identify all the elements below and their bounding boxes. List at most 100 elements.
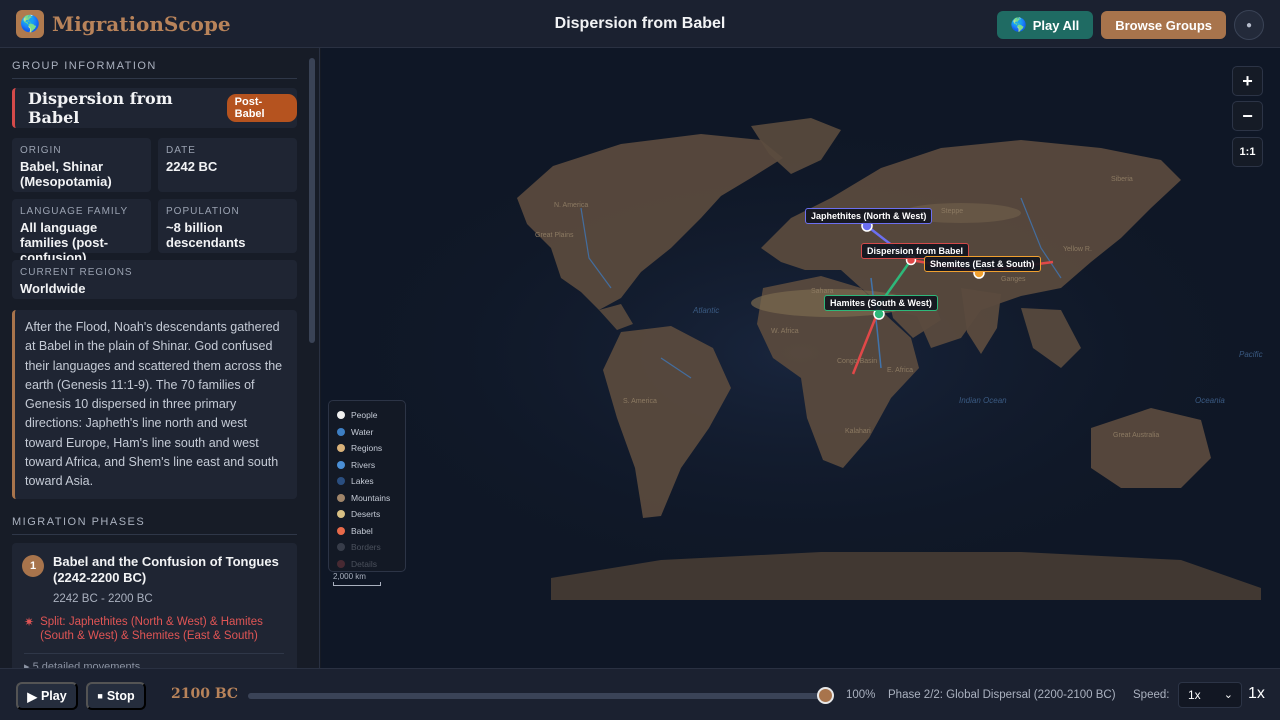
origin-value: Babel, Shinar (Mesopotamia) [20,159,112,189]
timeline-slider[interactable] [248,693,826,699]
phases-heading: MIGRATION PHASES [12,516,297,535]
group-info-heading: GROUP INFORMATION [12,60,297,79]
app-header: 🌎 MigrationScope Dispersion from Babel 🌎… [0,0,1280,48]
legend-swatch [337,477,345,486]
zoom-out-button[interactable]: − [1232,101,1263,131]
browse-groups-button[interactable]: Browse Groups [1101,11,1226,39]
legend-item[interactable]: Water [337,424,405,441]
legend-label: Details [351,558,377,569]
play-all-label: Play All [1032,17,1080,33]
geo-label-kalahari: Kalahari [845,428,871,435]
label-japhethites[interactable]: Japhethites (North & West) [805,208,933,224]
zoom-reset-button[interactable]: 1:1 [1232,137,1263,167]
legend-label: Water [351,426,374,437]
geo-label-great-australia: Great Australia [1113,432,1160,439]
speed-select-value: 1x [1188,688,1201,702]
legend-swatch [337,526,345,535]
geo-label-w-africa: W. Africa [771,328,799,335]
population-label: POPULATION [166,206,240,217]
legend-label: People [351,410,378,421]
legend-label: Borders [351,542,381,553]
geo-label-yellow-r: Yellow R. [1063,246,1092,253]
ocean-label-atlantic: Atlantic [693,306,720,315]
legend-item[interactable]: Deserts [337,506,405,523]
geo-label-ganges: Ganges [1001,276,1026,283]
sidebar-scrollbar[interactable] [309,58,315,668]
legend-item[interactable]: Rivers [337,457,405,474]
split-icon: ✷ [24,615,35,629]
phase-status: Phase 2/2: Global Dispersal (2200-2100 B… [888,689,1116,701]
globe-icon: 🌎 [16,9,44,38]
play-button[interactable]: ▶ Play [16,682,78,710]
legend-swatch [337,559,345,568]
stop-icon: ■ [97,691,103,701]
world-map[interactable]: N. America Great Plains Sahara W. Africa… [321,48,1280,668]
play-icon: ▶ [27,689,37,704]
geo-label-siberia: Siberia [1111,176,1133,183]
legend-item[interactable]: Borders [337,539,405,556]
legend-label: Deserts [351,509,381,520]
stop-label: Stop [106,689,135,703]
speed-value: 1x [1248,685,1265,702]
map-canvas [321,48,1280,668]
label-hamites[interactable]: Hamites (South & West) [824,295,938,311]
timeline-fill [248,693,826,699]
legend-item[interactable]: Babel [337,523,405,540]
play-label: Play [40,689,67,703]
legend-item[interactable]: Mountains [337,490,405,507]
phase-movements-toggle[interactable]: ▸ 5 detailed movements [24,660,140,668]
chevron-down-icon: ⌄ [1223,689,1233,701]
date-label: DATE [166,145,196,156]
divider [24,653,284,654]
ocean-label-oceania: Oceania [1195,396,1225,405]
language-value: All language families (post-confusion) [20,220,109,265]
map-legend: People Water Regions Rivers Lakes Mountains De… [328,400,406,572]
geo-label-n-america: N. America [554,202,589,209]
era-badge: Post-Babel [226,94,297,122]
date-field: DATE 2242 BC [158,138,297,192]
ocean-label-indian: Indian Ocean [959,396,1007,405]
progress-percent: 100% [846,689,876,701]
play-all-button[interactable]: 🌎 Play All [996,11,1094,39]
scale-label: 2,000 km [333,572,366,581]
phase-card[interactable]: 1 Babel and the Confusion of Tongues (22… [12,543,297,668]
speed-select[interactable]: 1x ⌄ [1178,682,1242,708]
phase-title: Babel and the Confusion of Tongues (2242… [53,554,279,585]
phase-split-text: Split: Japhethites (North & West) & Hami… [40,616,263,642]
legend-swatch [337,543,345,552]
origin-label: ORIGIN [20,145,62,156]
legend-swatch [337,460,345,469]
stop-button[interactable]: ■ Stop [86,682,146,710]
sidebar: GROUP INFORMATION Dispersion from Babel … [0,48,320,668]
legend-item[interactable]: Lakes [337,473,405,490]
group-description: After the Flood, Noah's descendants gath… [12,310,297,499]
legend-swatch [337,444,345,453]
legend-label: Regions [351,443,383,454]
legend-label: Lakes [351,476,374,487]
label-shemites[interactable]: Shemites (East & South) [924,256,1041,272]
geo-label-s-america: S. America [623,398,657,405]
scrollbar-thumb[interactable] [309,58,315,343]
regions-label: CURRENT REGIONS [20,267,133,278]
regions-field: CURRENT REGIONS Worldwide [12,260,297,299]
speed-label: Speed: [1133,689,1170,701]
ocean-label-pacific: Pacific [1239,350,1263,359]
legend-label: Mountains [351,492,391,503]
timeline-thumb[interactable] [817,687,834,704]
legend-item[interactable]: People [337,407,405,424]
theme-toggle-button[interactable]: ● [1234,10,1264,40]
origin-field: ORIGIN Babel, Shinar (Mesopotamia) [12,138,151,192]
geo-label-congo-basin: Congo Basin [837,358,878,365]
legend-swatch [337,510,345,519]
language-label: LANGUAGE FAMILY [20,206,129,217]
legend-item[interactable]: Regions [337,440,405,457]
language-field: LANGUAGE FAMILY All language families (p… [12,199,151,265]
phase-number: 1 [22,555,44,577]
group-card: Dispersion from Babel Post-Babel [12,88,297,128]
scale-bar: 2,000 km [333,572,381,586]
app-logo[interactable]: 🌎 MigrationScope [16,9,231,38]
geo-label-steppe: Steppe [941,208,964,215]
zoom-in-button[interactable]: + [1232,66,1263,96]
legend-item[interactable]: Details [337,556,405,573]
legend-swatch [337,493,345,502]
